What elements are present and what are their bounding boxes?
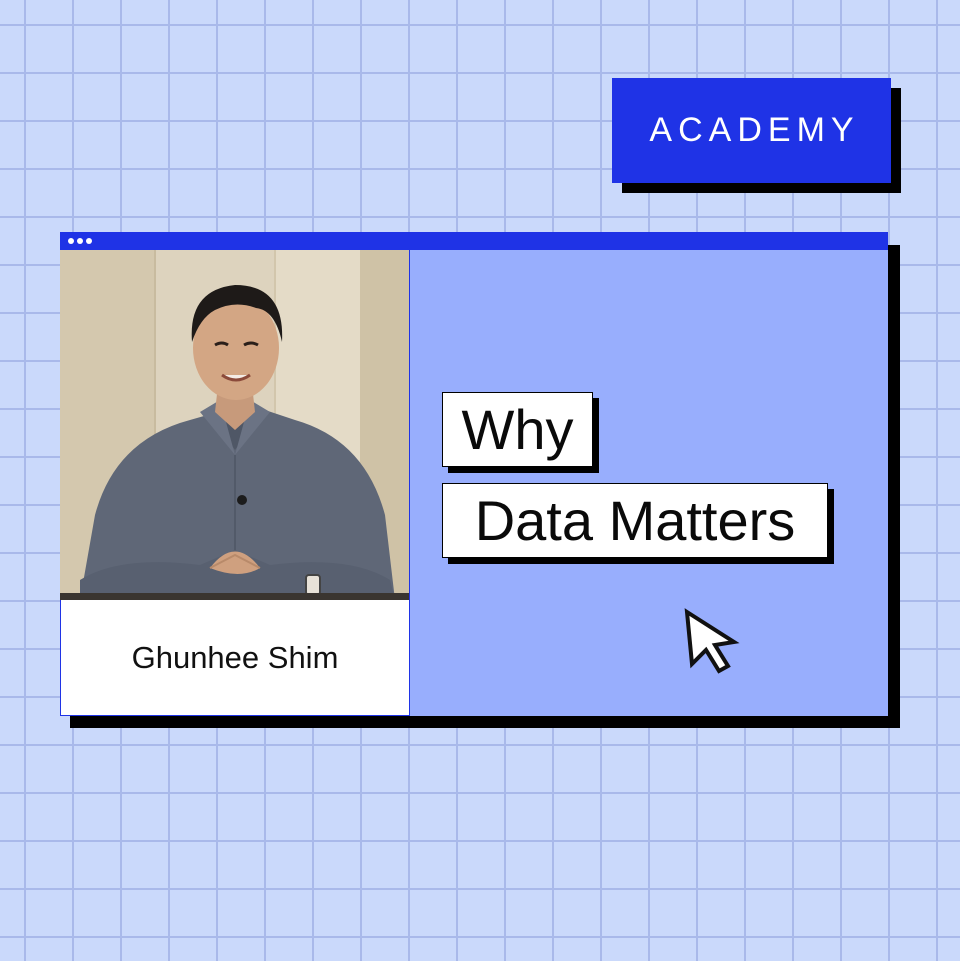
speaker-photo xyxy=(60,250,410,600)
academy-badge: ACADEMY xyxy=(612,78,891,183)
window-dot-icon xyxy=(68,238,74,244)
window-titlebar xyxy=(60,232,888,250)
title-line2-box: Data Matters xyxy=(442,483,828,558)
title-line1: Why xyxy=(461,397,574,461)
academy-badge-label: ACADEMY xyxy=(649,111,860,149)
arrow-cursor-icon xyxy=(684,608,740,674)
speaker-name: Ghunhee Shim xyxy=(131,639,339,675)
window-dot-icon xyxy=(77,238,83,244)
speaker-name-card: Ghunhee Shim xyxy=(60,600,410,716)
video-window: Ghunhee Shim xyxy=(60,232,888,716)
title-line2: Data Matters xyxy=(474,488,796,552)
speaker-portrait xyxy=(60,250,410,600)
title-line1-box: Why xyxy=(442,392,593,467)
window-dot-icon xyxy=(86,238,92,244)
panel-divider xyxy=(409,250,410,716)
